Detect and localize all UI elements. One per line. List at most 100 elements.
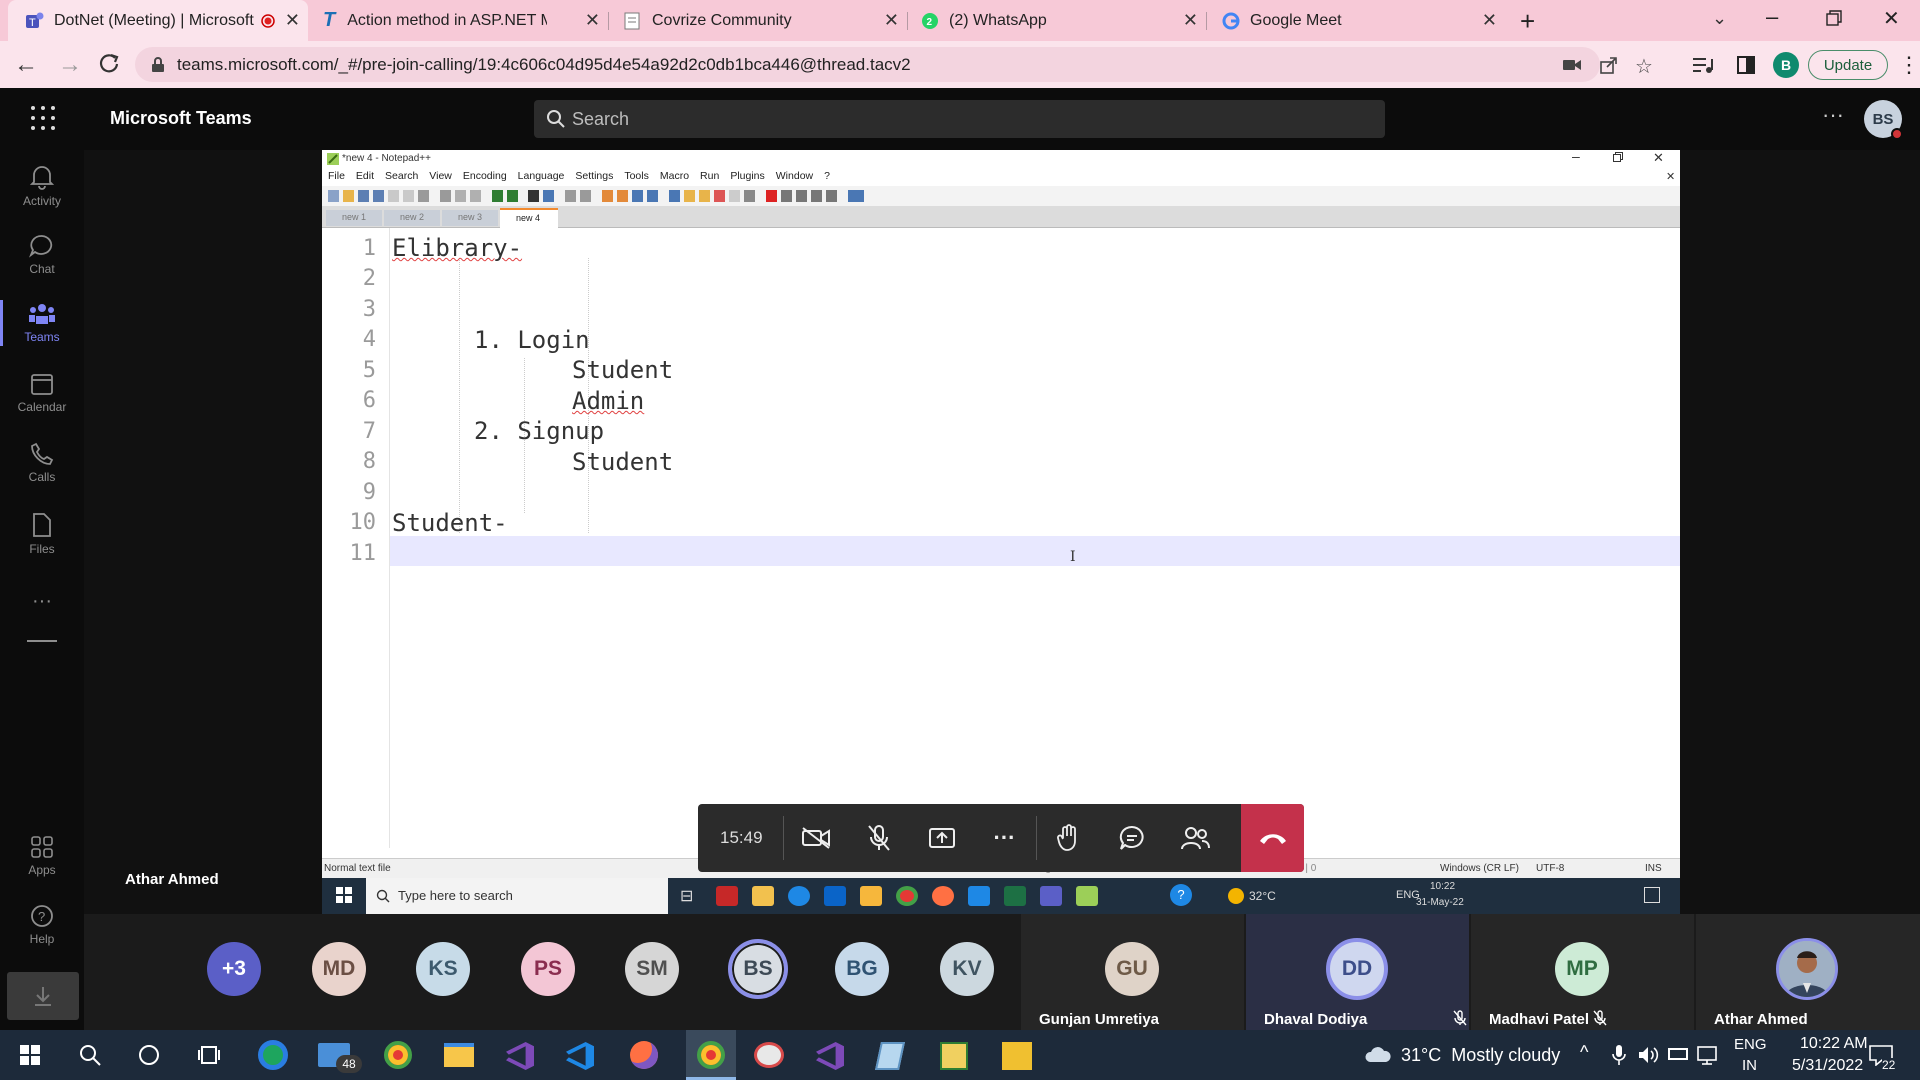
leave-call-button[interactable] bbox=[1241, 804, 1304, 872]
np-restore-icon[interactable] bbox=[1613, 152, 1623, 162]
chrome-icon[interactable] bbox=[384, 1041, 412, 1069]
np-tab-new1[interactable]: new 1 bbox=[326, 210, 382, 226]
forward-icon[interactable]: → bbox=[58, 51, 82, 79]
np-menu-settings[interactable]: Settings bbox=[575, 170, 613, 182]
app-icon[interactable] bbox=[940, 1042, 968, 1070]
rail-apps[interactable]: Apps bbox=[0, 835, 84, 877]
sidebar-icon[interactable] bbox=[1736, 55, 1756, 75]
reload-icon[interactable] bbox=[98, 52, 120, 74]
rail-files[interactable]: Files bbox=[0, 512, 84, 556]
np-menu-view[interactable]: View bbox=[429, 170, 452, 182]
lang-top[interactable]: ENG bbox=[1734, 1036, 1767, 1053]
windows-start-button[interactable] bbox=[20, 1045, 40, 1065]
more-actions-icon[interactable]: ··· bbox=[973, 804, 1036, 872]
np-tab-new2[interactable]: new 2 bbox=[384, 210, 440, 226]
np-close-doc-icon[interactable]: ✕ bbox=[1666, 170, 1675, 183]
meeting-chat-button[interactable] bbox=[1100, 804, 1163, 872]
np-menu-plugins[interactable]: Plugins bbox=[730, 170, 764, 182]
tab-close-icon[interactable]: ✕ bbox=[1183, 10, 1198, 31]
participants-button[interactable] bbox=[1163, 804, 1226, 872]
lock-icon[interactable] bbox=[151, 57, 165, 73]
participant-tile[interactable]: DD Dhaval Dodiya bbox=[1246, 914, 1469, 1030]
bookmark-star-icon[interactable]: ☆ bbox=[1635, 54, 1653, 79]
np-menu-encoding[interactable]: Encoding bbox=[463, 170, 507, 182]
profile-avatar[interactable]: B bbox=[1773, 52, 1799, 78]
media-control-icon[interactable] bbox=[1692, 56, 1714, 74]
participant-avatar[interactable]: PS bbox=[521, 942, 575, 996]
restore-icon[interactable] bbox=[1826, 10, 1842, 26]
edge-browser-icon[interactable] bbox=[258, 1040, 288, 1070]
camera-toggle-button[interactable] bbox=[784, 804, 847, 872]
visual-studio-icon[interactable] bbox=[816, 1042, 844, 1070]
share-screen-button[interactable] bbox=[910, 804, 973, 872]
tab-action-method[interactable]: T Action method in ASP.NET MVC ✕ bbox=[313, 0, 608, 41]
network-icon[interactable] bbox=[1696, 1044, 1718, 1066]
participant-avatar[interactable]: KV bbox=[940, 942, 994, 996]
participant-avatar[interactable]: SM bbox=[625, 942, 679, 996]
lang-bottom[interactable]: IN bbox=[1742, 1057, 1757, 1074]
download-button[interactable] bbox=[7, 972, 79, 1020]
np-menu-file[interactable]: File bbox=[328, 170, 345, 182]
np-menu-macro[interactable]: Macro bbox=[660, 170, 689, 182]
rail-activity[interactable]: Activity bbox=[0, 164, 84, 208]
toolbar-buttons-icon[interactable] bbox=[328, 187, 1008, 205]
mic-toggle-button[interactable] bbox=[847, 804, 910, 872]
address-bar[interactable]: teams.microsoft.com/_#/pre-join-calling/… bbox=[135, 47, 1653, 82]
share-icon[interactable] bbox=[1599, 55, 1619, 75]
visual-studio-icon[interactable] bbox=[506, 1042, 534, 1070]
rail-calendar[interactable]: Calendar bbox=[0, 372, 84, 414]
volume-icon[interactable] bbox=[1637, 1044, 1659, 1066]
np-minimize-icon[interactable]: – bbox=[1572, 148, 1580, 164]
participant-avatar-speaking[interactable]: BS bbox=[728, 939, 788, 999]
browser-menu-icon[interactable]: ⋮ bbox=[1898, 52, 1920, 78]
url-text[interactable]: teams.microsoft.com/_#/pre-join-calling/… bbox=[177, 55, 911, 75]
notepad-editor[interactable]: 1 2 3 4 5 6 7 8 9 10 11 Elibrary- 1. Log… bbox=[322, 228, 1680, 848]
app-launcher-icon[interactable] bbox=[30, 105, 56, 131]
rail-chat[interactable]: Chat bbox=[0, 234, 84, 276]
battery-icon[interactable] bbox=[1668, 1048, 1688, 1060]
show-hidden-icons[interactable]: ^ bbox=[1580, 1042, 1588, 1063]
np-close-icon[interactable]: ✕ bbox=[1653, 150, 1664, 166]
more-options-icon[interactable]: ··· bbox=[1822, 102, 1844, 128]
rail-calls[interactable]: Calls bbox=[0, 442, 84, 484]
close-window-icon[interactable]: ✕ bbox=[1883, 6, 1900, 31]
tab-teams-meeting[interactable]: T DotNet (Meeting) | Microsoft ✕ bbox=[8, 0, 308, 41]
participant-avatar[interactable]: KS bbox=[416, 942, 470, 996]
participant-avatar[interactable]: MD bbox=[312, 942, 366, 996]
np-tab-new3[interactable]: new 3 bbox=[442, 210, 498, 226]
tab-covrize[interactable]: Covrize Community ✕ bbox=[612, 0, 907, 41]
tab-close-icon[interactable]: ✕ bbox=[884, 10, 899, 31]
np-menu-search[interactable]: Search bbox=[385, 170, 418, 182]
tab-close-icon[interactable]: ✕ bbox=[285, 10, 300, 31]
vscode-icon[interactable] bbox=[566, 1042, 594, 1070]
np-menu-edit[interactable]: Edit bbox=[356, 170, 374, 182]
rail-help[interactable]: ? Help bbox=[0, 904, 84, 946]
app-icon[interactable] bbox=[1002, 1042, 1032, 1070]
participant-tile[interactable]: MP Madhavi Patel bbox=[1471, 914, 1694, 1030]
new-tab-icon[interactable]: + bbox=[1520, 6, 1535, 37]
tab-google-meet[interactable]: Google Meet ✕ bbox=[1210, 0, 1505, 41]
tab-whatsapp[interactable]: 2 (2) WhatsApp ✕ bbox=[911, 0, 1206, 41]
tab-close-icon[interactable]: ✕ bbox=[585, 10, 600, 31]
active-chrome-button[interactable] bbox=[686, 1030, 736, 1080]
clock-time[interactable]: 10:22 AM bbox=[1800, 1035, 1868, 1053]
participant-avatar[interactable]: BG bbox=[835, 942, 889, 996]
file-explorer-icon[interactable] bbox=[444, 1043, 474, 1067]
np-menu-help[interactable]: ? bbox=[824, 170, 830, 182]
camera-blocked-icon[interactable] bbox=[1562, 57, 1582, 73]
update-button[interactable]: Update bbox=[1808, 50, 1888, 80]
firefox-icon[interactable] bbox=[630, 1041, 658, 1069]
rail-more-icon[interactable]: ··· bbox=[0, 590, 84, 613]
task-view-button[interactable] bbox=[198, 1044, 220, 1066]
tab-search-chevron-icon[interactable]: ⌄ bbox=[1712, 8, 1727, 29]
np-tab-new4[interactable]: new 4 bbox=[500, 208, 558, 228]
teams-search-input[interactable]: Search bbox=[534, 100, 1385, 138]
participant-tile[interactable]: Athar Ahmed bbox=[1696, 914, 1920, 1030]
participant-tile[interactable]: GU Gunjan Umretiya bbox=[1021, 914, 1244, 1030]
cortana-button[interactable] bbox=[139, 1045, 159, 1065]
np-menu-tools[interactable]: Tools bbox=[624, 170, 649, 182]
np-menu-language[interactable]: Language bbox=[518, 170, 565, 182]
back-icon[interactable]: ← bbox=[14, 51, 38, 79]
minimize-icon[interactable]: – bbox=[1766, 4, 1778, 30]
clock-date[interactable]: 5/31/2022 bbox=[1792, 1057, 1863, 1075]
